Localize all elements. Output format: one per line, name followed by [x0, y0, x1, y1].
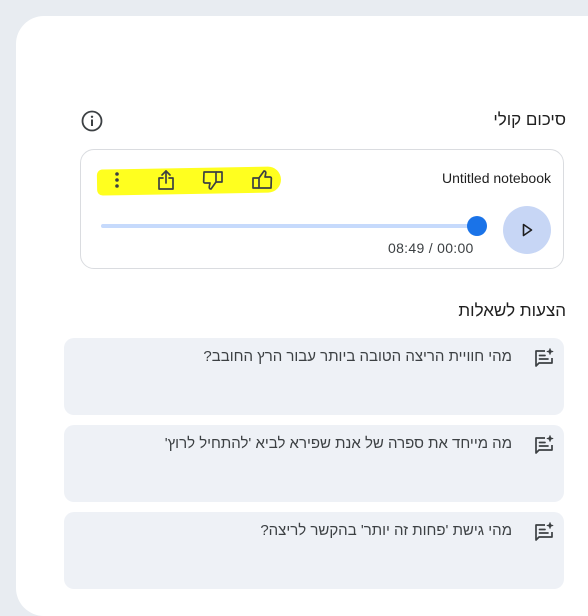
suggested-questions-title: הצעות לשאלות — [458, 301, 566, 320]
suggestion-text: מהי חוויית הריצה הטובה ביותר עבור הרץ הח… — [203, 348, 512, 365]
suggestion-text: מהי גישת 'פחות זה יותר' בהקשר לריצה? — [260, 522, 512, 539]
thumb-down-icon[interactable] — [201, 168, 225, 192]
audio-player-card: Untitled notebook 08:49 / 00:00 — [80, 149, 564, 269]
notebook-title: Untitled notebook — [442, 170, 551, 186]
suggestion-item[interactable]: מה מייחד את ספרה של אנת שפירא לביא 'להתח… — [64, 425, 564, 502]
share-icon[interactable] — [154, 168, 178, 192]
audio-progress-thumb[interactable] — [467, 216, 487, 236]
audio-progress-track[interactable] — [101, 224, 477, 228]
play-icon — [522, 223, 533, 237]
info-icon[interactable] — [80, 109, 104, 133]
thumb-up-icon[interactable] — [250, 168, 274, 192]
play-button[interactable] — [503, 206, 551, 254]
suggestion-text: מה מייחד את ספרה של אנת שפירא לביא 'להתח… — [164, 435, 512, 452]
suggestion-item[interactable]: מהי חוויית הריצה הטובה ביותר עבור הרץ הח… — [64, 338, 564, 415]
audio-time: 08:49 / 00:00 — [388, 240, 474, 256]
suggestion-item[interactable]: מהי גישת 'פחות זה יותר' בהקשר לריצה? — [64, 512, 564, 589]
audio-overview-header: סיכום קולי — [80, 106, 566, 136]
more-vert-icon[interactable] — [105, 168, 129, 192]
suggestion-icon — [535, 522, 554, 541]
suggestion-icon — [535, 435, 554, 454]
suggestion-icon — [535, 348, 554, 367]
audio-overview-title: סיכום קולי — [493, 110, 566, 129]
